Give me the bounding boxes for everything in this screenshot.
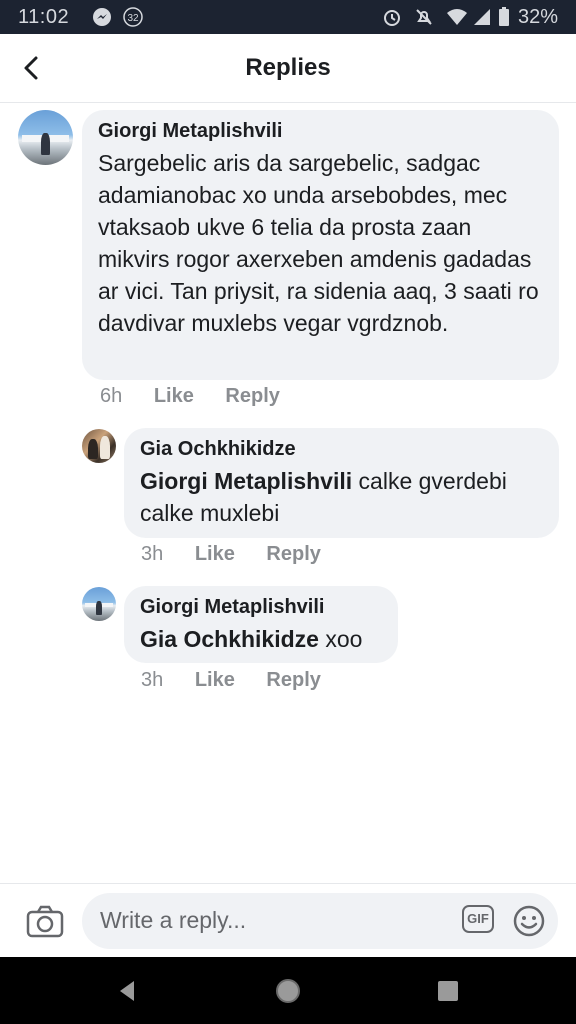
mention-link[interactable]: Gia Ochkhikidze [140, 626, 319, 652]
comment-text: Sargebelic aris da sargebelic, sadgac ad… [98, 150, 539, 336]
replies-header: Replies [0, 34, 576, 103]
reply-button[interactable]: Reply [266, 669, 320, 692]
notification-badge-icon: 32 [122, 7, 144, 33]
avatar[interactable] [82, 587, 116, 621]
mention-link[interactable]: Giorgi Metaplishvili [140, 468, 352, 494]
reply-button[interactable]: Reply [225, 385, 279, 408]
emoji-icon [513, 905, 545, 937]
system-nav-bar [0, 957, 576, 1024]
comment-author[interactable]: Giorgi Metaplishvili [98, 120, 543, 143]
emoji-button[interactable] [512, 904, 546, 938]
nav-home-button[interactable] [274, 977, 302, 1005]
comment-time: 3h [141, 669, 164, 691]
like-button[interactable]: Like [195, 543, 235, 566]
comment-actions: 3h Like Reply [141, 543, 321, 566]
gif-button[interactable]: GIF [462, 905, 494, 933]
camera-icon [26, 905, 64, 938]
comment-text: Giorgi Metaplishvili calke gverdebi calk… [140, 465, 543, 529]
avatar[interactable] [18, 110, 73, 165]
notification-count: 32 [127, 13, 139, 24]
like-button[interactable]: Like [195, 669, 235, 692]
nav-home-icon [276, 979, 300, 1003]
status-time: 11:02 [18, 6, 70, 28]
camera-button[interactable] [24, 901, 66, 943]
comment-actions: 6h Like Reply [100, 385, 280, 408]
nav-recents-button[interactable] [434, 977, 462, 1005]
avatar[interactable] [82, 429, 116, 463]
battery-percent: 32% [517, 6, 558, 28]
comment-time: 6h [100, 385, 123, 407]
battery-icon [498, 7, 510, 33]
mute-icon [414, 7, 434, 33]
messenger-icon [92, 7, 112, 33]
comment-author[interactable]: Giorgi Metaplishvili [140, 596, 382, 619]
nav-recents-icon [438, 981, 458, 1001]
like-button[interactable]: Like [154, 385, 194, 408]
comment-time: 3h [141, 543, 164, 565]
alarm-icon [382, 7, 402, 33]
signal-icon [472, 7, 492, 33]
comment-text: Gia Ochkhikidze xoo [140, 623, 382, 655]
reply-button[interactable]: Reply [266, 543, 320, 566]
comment-author[interactable]: Gia Ochkhikidze [140, 438, 543, 461]
nav-back-icon [120, 981, 134, 1001]
reply-composer: Write a reply... GIF [0, 883, 576, 958]
comment-bubble: Giorgi Metaplishvili Gia Ochkhikidze xoo [124, 586, 398, 663]
reply-placeholder: Write a reply... [100, 907, 247, 933]
comment-body: xoo [318, 626, 363, 652]
page-title: Replies [245, 54, 331, 81]
wifi-icon [446, 7, 468, 33]
comment-actions: 3h Like Reply [141, 669, 321, 692]
comment-bubble: Gia Ochkhikidze Giorgi Metaplishvili cal… [124, 428, 559, 538]
status-bar: 11:02 32 32% [0, 0, 576, 34]
reply-input[interactable]: Write a reply... GIF [82, 893, 558, 949]
nav-back-button[interactable] [114, 977, 142, 1005]
comment-bubble: Giorgi Metaplishvili Sargebelic aris da … [82, 110, 559, 380]
